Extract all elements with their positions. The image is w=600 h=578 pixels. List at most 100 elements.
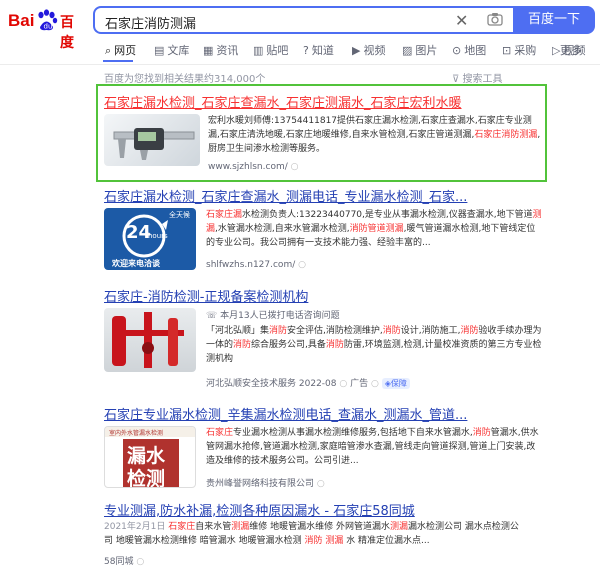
search-icon: ⌕ [105,44,112,57]
result-url[interactable]: shlfwzhs.n127.com/ ○ [206,260,306,270]
tab-label: 贴吧 [266,44,289,57]
date-text: 2022-08 [298,379,337,389]
result-4: 石家庄专业漏水检测_辛集漏水检测电话_查漏水_测漏水_管道... 室内外水管漏水… [104,404,544,494]
thumb-bottom-text: 欢迎来电洽谈 [112,259,160,268]
leak-detection-thumbnail[interactable]: 室内外水管漏水检测 漏水 检测 [104,426,196,488]
desc-text: 「河北弘顺」集 [206,326,270,336]
result-3: 石家庄-消防检测-正规备案检测机构 ☏ 本月13人已拨打电话咨询问题 「河北弘顺… [104,286,544,394]
caliper-thumbnail[interactable] [104,114,200,166]
result-url[interactable]: www.sjzhlsn.com/ ○ [208,162,298,172]
desc-highlight: 消防管道测漏 [349,224,404,234]
thumb-line-2: 检测 [127,468,166,488]
fire-pipes-icon [112,312,184,368]
call-count-note: ☏ 本月13人已拨打电话咨询问题 [206,308,340,321]
info-icon[interactable]: ○ [136,557,144,567]
desc-text: 专业漏水检测从事漏水检测维修服务,包括地下自来水管漏水, [233,428,473,438]
logo-text-left: Bai [8,11,35,30]
desc-highlight: 消防 测漏 [304,536,344,546]
desc-highlight: 消防 [269,326,288,336]
date-text: 2021年2月1日 [104,522,166,532]
tab-images[interactable]: ▨ 图片 [402,42,437,58]
result-5: 专业测漏,防水补漏,检测各种原因漏水 - 石家庄58同城 2021年2月1日 石… [104,500,544,574]
play-icon: ▶ [352,44,361,57]
result-description: 2021年2月1日 石家庄自来水管测漏维修 地暖管漏水维修 外网管道漏水测漏漏水… [104,520,524,548]
document-icon: ▤ [154,44,165,57]
desc-highlight: 消防 [233,340,252,350]
desc-highlight: 石家庄消防测漏 [474,130,538,140]
tab-web[interactable]: ⌕ 网页 [105,42,136,58]
thumb-tag: 室内外水管漏水检测 [109,430,164,437]
map-pin-icon: ⊙ [452,44,462,57]
logo-text-right: 百度 [60,15,74,51]
thumb-sub-text: hours [148,232,168,240]
result-title[interactable]: 石家庄漏水检测_石家庄查漏水_石家庄测漏水_石家庄宏利水暖 [104,92,462,111]
search-input[interactable] [103,11,437,33]
ad-label: 广告 [350,379,369,389]
desc-highlight: 石家庄 [168,522,196,532]
desc-text: 设计,消防施工, [400,326,461,336]
24-hours-thumbnail[interactable]: 全天候 24 hours 欢迎来电洽谈 [104,208,196,270]
info-icon[interactable]: ○ [371,379,379,389]
search-button[interactable]: 百度一下 [513,6,595,34]
divider [0,64,600,65]
result-description: 石家庄漏水检测负责人:13223440770,是专业从事漏水检测,仪器查漏水,地… [206,208,542,250]
search-box: ✕ [93,6,513,34]
desc-text: 水检测负责人:13223440770,是专业从事漏水检测,仪器查漏水,地下管道 [242,210,533,220]
source-text[interactable]: 贵州峰誉网络科技有限公司 [206,479,314,489]
clear-icon[interactable]: ✕ [455,11,468,30]
result-source: 贵州峰誉网络科技有限公司 ○ [206,476,325,489]
result-title[interactable]: 石家庄漏水检测_石家庄查漏水_测漏电话_专业漏水检测_石家... [104,186,467,205]
note-text: 本月13人已拨打电话咨询问题 [220,311,340,321]
result-title[interactable]: 专业测漏,防水补漏,检测各种原因漏水 - 石家庄58同城 [104,500,415,519]
active-tab-indicator [103,60,133,62]
phone-icon: ☏ [206,311,221,321]
search-tools[interactable]: ⊽ 搜索工具 [452,70,503,85]
result-title[interactable]: 石家庄-消防检测-正规备案检测机构 [104,286,308,305]
result-url[interactable]: 58同城 ○ [104,554,144,567]
source-text[interactable]: 河北弘顺安全技术服务 [206,379,296,389]
tab-tieba[interactable]: ▥ 贴吧 [253,42,288,58]
desc-highlight: 石家庄漏 [206,210,243,220]
guarantee-badge[interactable]: ◈保障 [381,378,410,389]
desc-highlight: 消防 [460,326,479,336]
tieba-icon: ▥ [253,44,264,57]
info-icon[interactable]: ○ [298,260,306,270]
result-description: 宏利水暖刘师傅:13754411817提供石家庄漏水检测,石家庄查漏水,石家庄专… [208,114,542,156]
result-count: 百度为您找到相关结果约314,000个 [104,74,266,85]
fire-equipment-thumbnail[interactable] [104,308,196,372]
question-icon: ? [303,44,309,57]
desc-highlight: 消防 [325,340,344,350]
baidu-logo[interactable]: Bai du 百度 [8,6,86,51]
image-icon: ▨ [402,44,413,57]
tab-zhidao[interactable]: ? 知道 [303,42,334,58]
url-text: 58同城 [104,557,134,567]
info-icon[interactable]: ○ [339,379,347,389]
camera-icon[interactable] [487,12,503,26]
tab-procurement[interactable]: ⊡ 采购 [502,42,536,58]
tab-news[interactable]: ▦ 资讯 [203,42,238,58]
paw-icon: du [38,9,58,31]
url-text: shlfwzhs.n127.com/ [206,260,296,270]
desc-text: 自来水管 [195,522,232,532]
result-2: 石家庄漏水检测_石家庄查漏水_测漏电话_专业漏水检测_石家... 全天候 24 … [104,186,544,278]
tab-label: 文库 [167,44,190,57]
tab-bar: ⌕ 网页 ▤ 文库 ▦ 资讯 ▥ 贴吧 ? 知道 ▶ 视频 ▨ 图片 ⊙ 地图 ⊡ 采购 ▷ 视频 [100,42,590,62]
desc-text: ,水管漏水检测,自来水管漏水检测, [215,224,350,234]
result-title[interactable]: 石家庄专业漏水检测_辛集漏水检测电话_查漏水_测漏水_管道... [104,404,467,423]
result-source: 河北弘顺安全技术服务 2022-08 ○ 广告 ○ ◈保障 [206,376,410,389]
tab-label: 网页 [114,44,137,57]
tab-label: 资讯 [216,44,239,57]
tab-label: 采购 [514,44,537,57]
tab-wenku[interactable]: ▤ 文库 [154,42,189,58]
tab-label: 视频 [363,44,386,57]
desc-text: 安全评估,消防检测维护, [287,326,383,336]
result-1: 石家庄漏水检测_石家庄查漏水_石家庄测漏水_石家庄宏利水暖 宏利水暖刘师傅:13… [104,92,544,178]
tab-map[interactable]: ⊙ 地图 [452,42,486,58]
tab-more[interactable]: 更多 [560,42,582,58]
result-description: 「河北弘顺」集消防安全评估,消防检测维护,消防设计,消防施工,消防验收手续办理为… [206,324,542,366]
tab-video[interactable]: ▶ 视频 [352,42,385,58]
caliper-icon [113,128,195,160]
info-icon[interactable]: ○ [291,162,299,172]
desc-highlight: 测漏 [390,522,409,532]
info-icon[interactable]: ○ [317,479,325,489]
